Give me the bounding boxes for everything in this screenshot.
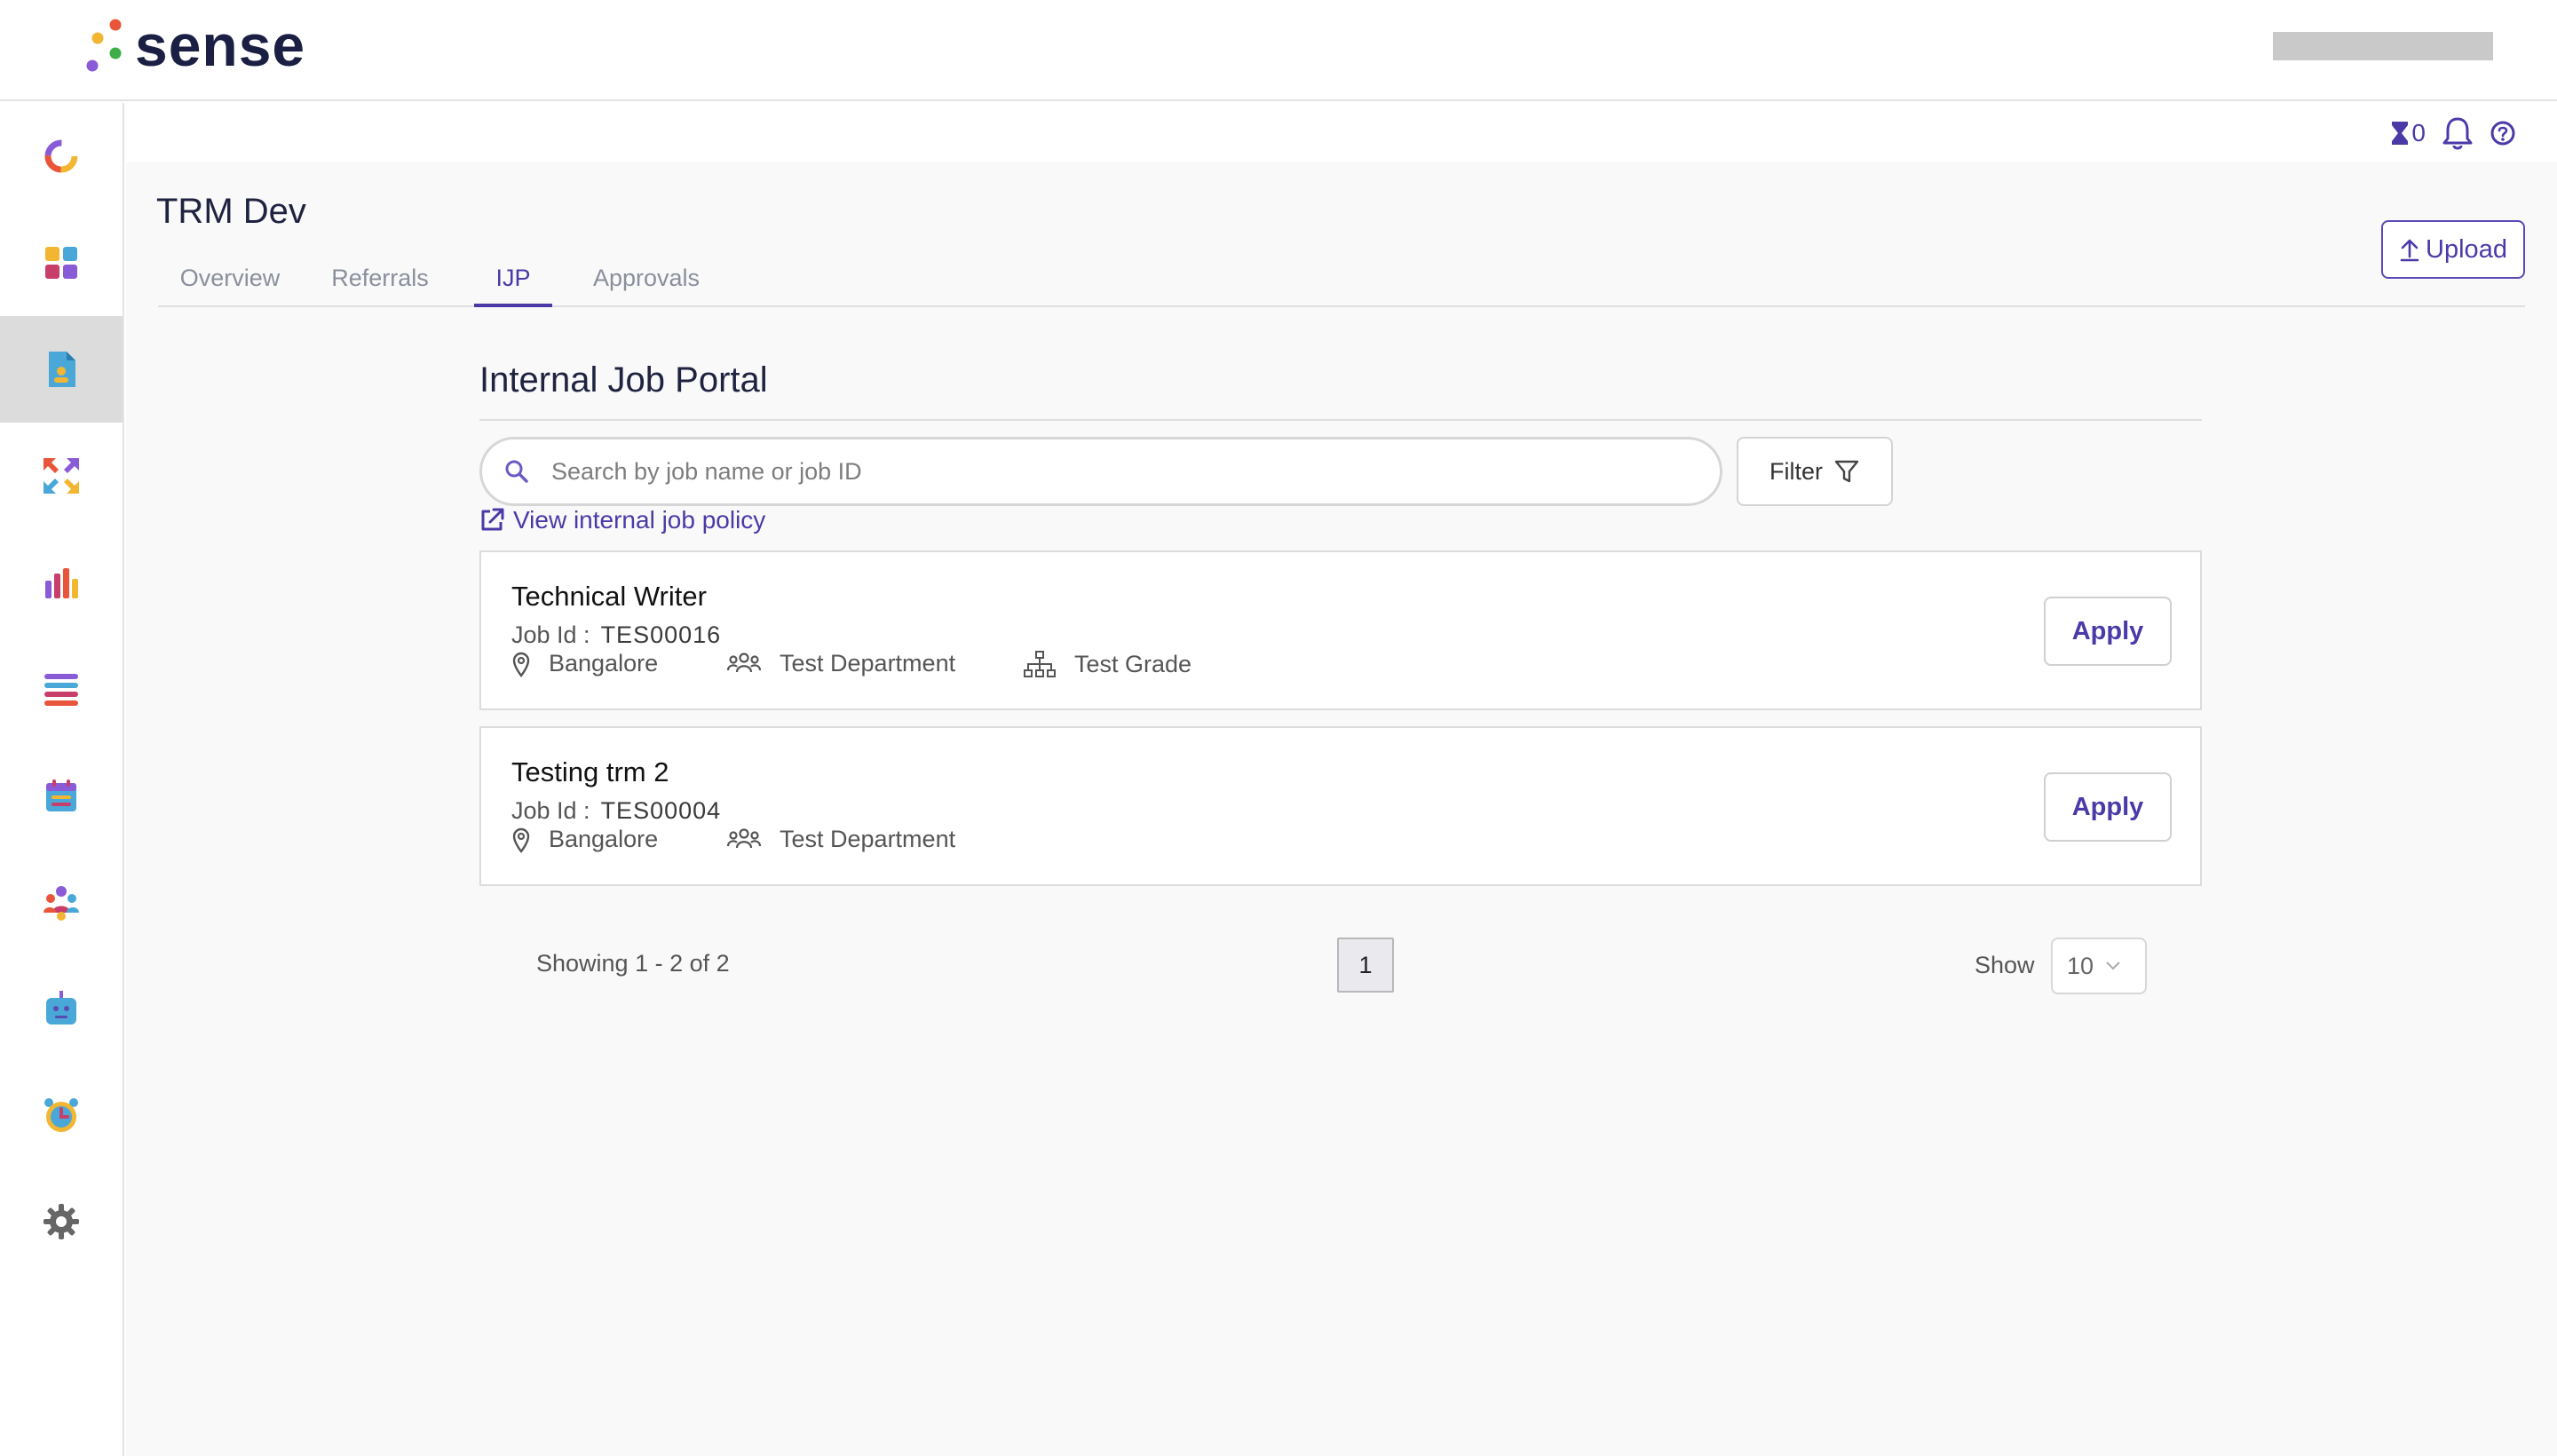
- job-location: Bangalore: [511, 826, 658, 853]
- tab-overview[interactable]: Overview: [158, 245, 302, 307]
- page-button-current[interactable]: 1: [1337, 938, 1394, 993]
- sidebar: [0, 103, 124, 1456]
- people-icon: [726, 652, 762, 672]
- logo-dots-icon: [86, 19, 122, 72]
- sense-logo[interactable]: sense: [83, 16, 305, 75]
- top-bar: sense: [0, 0, 2557, 101]
- job-title[interactable]: Testing trm 2: [511, 756, 669, 788]
- apply-button[interactable]: Apply: [2044, 772, 2172, 842]
- job-id: Job Id : TES00016: [511, 621, 721, 649]
- bar-chart-icon: [45, 568, 78, 598]
- timer-count: 0: [2411, 119, 2426, 146]
- calendar-icon: [46, 779, 76, 811]
- search-box: [479, 437, 1722, 506]
- tab-approvals[interactable]: Approvals: [575, 245, 717, 307]
- section-title: Internal Job Portal: [479, 360, 768, 400]
- job-grade: Test Grade: [1023, 650, 1191, 678]
- hourglass-icon: [2392, 122, 2409, 145]
- job-card[interactable]: Technical Writer Job Id : TES00016 Bangal…: [479, 550, 2202, 710]
- job-card[interactable]: Testing trm 2 Job Id : TES00004 Bangalore: [479, 726, 2202, 886]
- hierarchy-icon: [1024, 651, 1056, 677]
- sidebar-item-bot[interactable]: [0, 955, 123, 1062]
- job-department: Test Department: [726, 650, 955, 677]
- sidebar-item-dashboard[interactable]: [0, 103, 123, 210]
- bell-icon[interactable]: [2442, 115, 2474, 151]
- logo-text: sense: [135, 12, 306, 78]
- search-input[interactable]: [551, 457, 1617, 486]
- job-title[interactable]: Technical Writer: [511, 581, 707, 613]
- apps-grid-icon: [45, 247, 77, 279]
- settings-gear-icon: [44, 1204, 79, 1239]
- pagination-summary: Showing 1 - 2 of 2: [536, 950, 730, 977]
- tab-referrals[interactable]: Referrals: [318, 245, 442, 307]
- team-icon: [44, 886, 79, 921]
- dashboard-ring-icon: [44, 139, 78, 173]
- job-location-text: Bangalore: [549, 826, 659, 852]
- location-pin-icon: [512, 652, 530, 677]
- page-size-value: 10: [2067, 952, 2094, 979]
- job-location: Bangalore: [511, 650, 658, 677]
- job-id-label: Job Id :: [511, 797, 590, 824]
- job-location-text: Bangalore: [549, 650, 659, 677]
- section-divider: [479, 419, 2202, 421]
- sidebar-item-sync[interactable]: [0, 423, 123, 529]
- policy-link-text: View internal job policy: [513, 506, 766, 534]
- location-pin-icon: [512, 827, 530, 853]
- list-icon: [44, 674, 78, 706]
- funnel-icon: [1834, 460, 1859, 483]
- search-icon: [505, 460, 528, 483]
- upload-button[interactable]: Upload: [2381, 220, 2525, 279]
- job-id-value: TES00004: [600, 797, 722, 824]
- timer-counter[interactable]: 0: [2390, 119, 2426, 147]
- job-department-text: Test Department: [780, 650, 956, 677]
- job-id-value: TES00016: [600, 621, 722, 648]
- sidebar-item-lists[interactable]: [0, 636, 123, 742]
- upload-label: Upload: [2426, 234, 2507, 264]
- page-size-select[interactable]: 10: [2051, 938, 2147, 994]
- view-policy-link[interactable]: View internal job policy: [478, 506, 765, 534]
- job-department-text: Test Department: [780, 826, 956, 852]
- sidebar-item-reminders[interactable]: [0, 1062, 123, 1168]
- refresh-arrows-icon: [44, 458, 79, 494]
- sidebar-item-calendar[interactable]: [0, 742, 123, 849]
- sidebar-item-jobs[interactable]: [0, 316, 123, 423]
- filter-button[interactable]: Filter: [1737, 437, 1893, 506]
- sidebar-item-apps[interactable]: [0, 210, 123, 316]
- job-id-label: Job Id :: [511, 621, 590, 648]
- sidebar-item-analytics[interactable]: [0, 529, 123, 636]
- page-title: TRM Dev: [156, 192, 306, 231]
- tab-bar: Overview Referrals IJP Approvals: [158, 245, 2525, 307]
- sidebar-item-settings[interactable]: [0, 1168, 123, 1275]
- external-link-icon: [481, 508, 504, 531]
- apply-button[interactable]: Apply: [2044, 597, 2172, 666]
- user-menu[interactable]: [2273, 32, 2493, 60]
- job-grade-text: Test Grade: [1074, 650, 1192, 677]
- upload-arrow-icon: [2400, 239, 2419, 262]
- alarm-clock-icon: [44, 1098, 78, 1132]
- filter-label: Filter: [1769, 457, 1823, 485]
- job-department: Test Department: [726, 826, 955, 853]
- sidebar-item-team[interactable]: [0, 849, 123, 955]
- main-content: 0 TRM Dev Overview Referrals IJP Approva…: [126, 103, 2557, 1456]
- people-icon: [726, 827, 762, 848]
- chevron-down-icon: [2106, 961, 2120, 970]
- tab-ijp[interactable]: IJP: [474, 245, 552, 307]
- job-id: Job Id : TES00004: [511, 797, 721, 825]
- bot-icon: [46, 991, 76, 1025]
- page-size-label: Show: [1975, 952, 2035, 978]
- utility-bar: 0: [126, 103, 2557, 162]
- document-user-icon: [49, 352, 75, 387]
- help-icon[interactable]: [2490, 120, 2516, 146]
